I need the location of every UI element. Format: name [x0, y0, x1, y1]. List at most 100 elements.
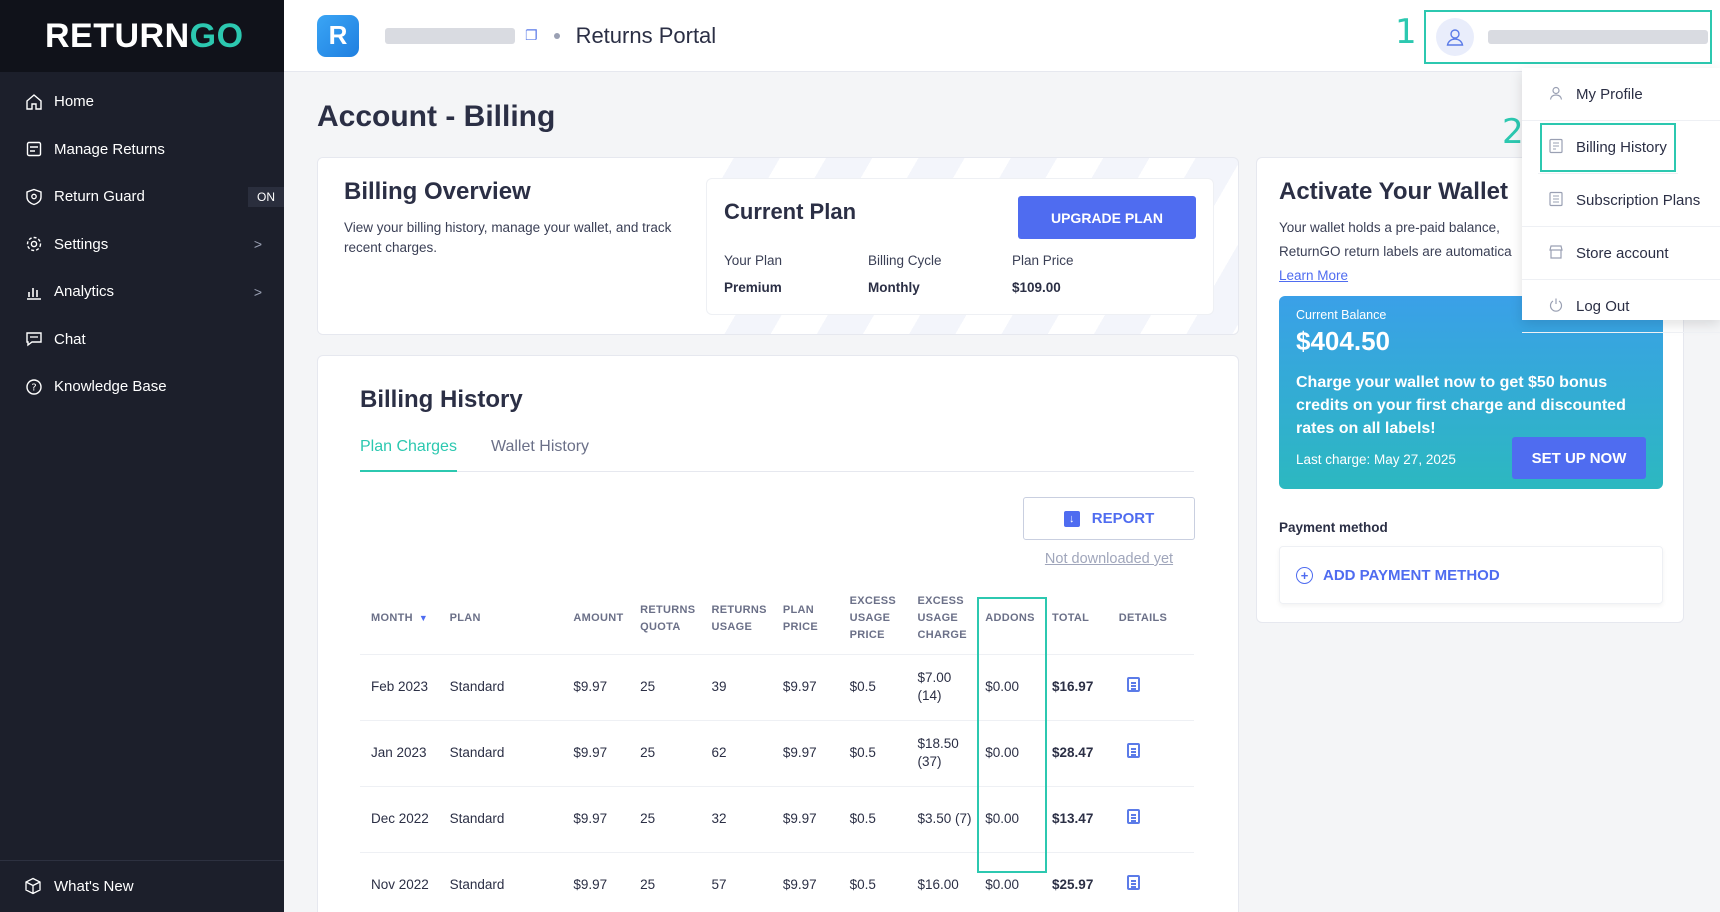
details-icon[interactable] [1126, 809, 1140, 824]
plan-price: Plan Price $109.00 [1012, 253, 1156, 295]
sidebar-item-home[interactable]: Home [0, 78, 284, 126]
cell-quota: 25 [629, 852, 701, 912]
menu-item-label: My Profile [1576, 85, 1643, 103]
report-download-button[interactable]: ↓ REPORT [1023, 497, 1195, 540]
download-icon: ↓ [1063, 510, 1080, 527]
sidebar-item-label: What's New [54, 878, 134, 895]
cell-addons: $0.00 [974, 654, 1042, 721]
menu-item-subscription-plans[interactable]: Subscription Plans [1522, 174, 1720, 227]
sidebar-item-return-guard[interactable]: Return Guard ON [0, 173, 284, 221]
cell-excess-price: $0.5 [838, 654, 907, 721]
table-header-row: MONTH ▼ PLAN AMOUNT RETURNS QUOTA RETURNS… [360, 584, 1194, 655]
cell-month: Nov 2022 [360, 852, 439, 912]
status-badge: ON [248, 186, 284, 207]
home-icon [24, 92, 44, 112]
billing-overview-card: Billing Overview View your billing histo… [317, 157, 1239, 335]
cell-total: $28.47 [1041, 720, 1108, 787]
cell-addons: $0.00 [974, 720, 1042, 787]
brand-logo[interactable]: RETURN GO [0, 0, 284, 72]
details-icon[interactable] [1126, 677, 1140, 692]
help-icon: ? [24, 377, 44, 397]
cell-quota: 25 [629, 654, 701, 721]
cell-total: $16.97 [1041, 654, 1108, 721]
cell-plan-price: $9.97 [771, 852, 839, 912]
user-email-redacted [1488, 30, 1708, 44]
menu-item-label: Log Out [1576, 297, 1630, 315]
wallet-description-line: ReturnGO return labels are automatica [1279, 244, 1512, 259]
column-header-month[interactable]: MONTH ▼ [360, 584, 439, 655]
cell-usage: 62 [700, 720, 772, 787]
menu-item-billing-history[interactable]: Billing History [1538, 121, 1678, 174]
column-header-returns-quota: RETURNS QUOTA [629, 584, 701, 655]
sidebar-item-whats-new[interactable]: What's New [0, 860, 284, 912]
menu-item-store-account[interactable]: Store account [1522, 227, 1720, 280]
cell-plan: Standard [438, 786, 563, 853]
cell-details [1107, 654, 1194, 721]
cell-plan-price: $9.97 [771, 786, 839, 853]
upgrade-plan-button[interactable]: UPGRADE PLAN [1018, 196, 1196, 239]
billing-cycle: Billing Cycle Monthly [868, 253, 1012, 295]
wallet-description-line: Your wallet holds a pre-paid balance, [1279, 220, 1500, 235]
tab-plan-charges[interactable]: Plan Charges [360, 436, 457, 472]
sidebar-item-settings[interactable]: Settings > [0, 221, 284, 269]
add-payment-method-button[interactable]: + ADD PAYMENT METHOD [1279, 546, 1663, 604]
box-icon [24, 877, 44, 897]
menu-item-my-profile[interactable]: My Profile [1522, 68, 1720, 121]
cell-addons: $0.00 [974, 786, 1042, 853]
not-downloaded-link[interactable]: Not downloaded yet [1023, 551, 1195, 567]
chevron-right-icon: > [253, 283, 262, 300]
column-header-total: TOTAL [1041, 584, 1108, 655]
menu-item-log-out[interactable]: Log Out [1522, 280, 1720, 333]
sidebar: RETURN GO Home Manage Returns Return Guar… [0, 0, 284, 912]
sidebar-item-chat[interactable]: Chat [0, 316, 284, 364]
billing-cycle-label: Billing Cycle [868, 253, 942, 268]
cell-total: $13.47 [1041, 786, 1108, 853]
column-header-plan: PLAN [438, 584, 563, 655]
menu-item-label: Subscription Plans [1576, 191, 1701, 209]
table-row: Feb 2023 Standard $9.97 25 39 $9.97 $0.5… [360, 654, 1194, 721]
portal-title: Returns Portal [575, 22, 717, 48]
details-icon[interactable] [1126, 743, 1140, 758]
last-charge: Last charge: May 27, 2025 [1296, 452, 1456, 467]
top-header: R ❐ Returns Portal [284, 0, 1720, 72]
annotation-2: 2 [1502, 112, 1524, 152]
tab-wallet-history[interactable]: Wallet History [491, 436, 589, 472]
cell-plan: Standard [438, 654, 563, 721]
sidebar-item-manage-returns[interactable]: Manage Returns [0, 126, 284, 174]
table-row: Jan 2023 Standard $9.97 25 62 $9.97 $0.5… [360, 720, 1194, 787]
current-plan-box: Current Plan UPGRADE PLAN Your Plan Prem… [706, 178, 1214, 315]
overview-intro: Billing Overview View your billing histo… [318, 158, 718, 334]
cell-amount: $9.97 [562, 786, 630, 853]
chat-icon [24, 329, 44, 349]
overview-description: View your billing history, manage your w… [344, 220, 672, 255]
sidebar-nav: Home Manage Returns Return Guard ON Sett… [0, 72, 284, 411]
learn-more-link[interactable]: Learn More [1279, 268, 1348, 283]
set-up-now-button[interactable]: SET UP NOW [1512, 437, 1646, 479]
list-icon [1548, 191, 1566, 209]
plan-price-value: $109.00 [1012, 280, 1061, 295]
column-header-excess-usage-price: EXCESS USAGE PRICE [838, 584, 907, 655]
billing-cycle-value: Monthly [868, 280, 920, 295]
billing-history-tabs: Plan Charges Wallet History [360, 436, 1194, 472]
copy-icon[interactable]: ❐ [525, 27, 538, 44]
svg-text:?: ? [31, 382, 36, 393]
column-header-details: DETAILS [1107, 584, 1194, 655]
your-plan: Your Plan Premium [724, 253, 868, 295]
wallet-description: Your wallet holds a pre-paid balance, Re… [1279, 216, 1529, 264]
power-icon [1548, 297, 1566, 315]
billing-history-card: Billing History Plan Charges Wallet Hist… [317, 355, 1239, 912]
sidebar-item-knowledge-base[interactable]: ? Knowledge Base [0, 363, 284, 411]
brand-part2: GO [189, 16, 244, 55]
cell-details [1107, 852, 1194, 912]
app-logo[interactable]: R [317, 14, 359, 57]
sidebar-item-analytics[interactable]: Analytics > [0, 268, 284, 316]
sidebar-item-label: Chat [54, 330, 86, 348]
user-menu-button[interactable] [1424, 10, 1712, 64]
cell-month: Feb 2023 [360, 654, 439, 721]
column-header-returns-usage: RETURNS USAGE [700, 584, 772, 655]
details-icon[interactable] [1126, 875, 1140, 890]
sidebar-item-label: Manage Returns [54, 140, 165, 158]
menu-item-label: Store account [1576, 244, 1669, 262]
billing-history-title: Billing History [360, 386, 523, 413]
cell-details [1107, 786, 1194, 853]
